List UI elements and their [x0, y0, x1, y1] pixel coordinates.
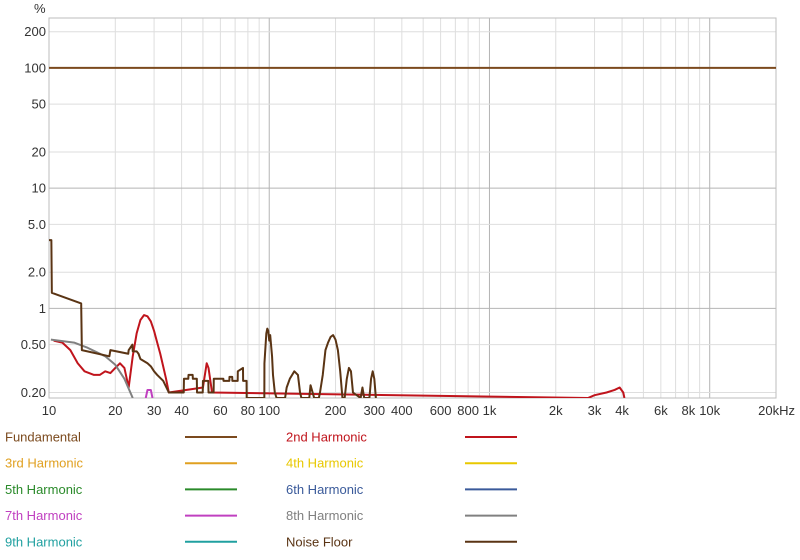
x-tick-label: 1k: [483, 403, 497, 418]
x-tick-labels: 10 20 30 40 60 80 100 200 300 400 600 800 1k 2k 3k 4k 6k…: [42, 403, 795, 418]
series-line-7th-harmonic: [144, 388, 154, 398]
x-tick-label: 400: [391, 403, 413, 418]
x-tick-label: 300: [363, 403, 385, 418]
series-line-8th-harmonic: [50, 338, 134, 398]
legend-label-noise-floor: Noise Floor: [286, 534, 353, 549]
plot-frame: [48, 17, 777, 399]
x-tick-label: 60: [213, 403, 227, 418]
grid-lines: [48, 18, 777, 398]
legend-label-3rd-harmonic: 3rd Harmonic: [5, 456, 84, 471]
legend-label-fundamental: Fundamental: [5, 430, 81, 445]
x-tick-label: 10: [42, 403, 56, 418]
x-tick-label: 200: [325, 403, 347, 418]
y-tick-label: 50: [32, 97, 46, 112]
y-tick-label: 0.20: [21, 385, 46, 400]
y-tick-label: 1: [39, 301, 46, 316]
x-tick-label: 20kHz: [758, 403, 795, 418]
y-tick-label: 20: [32, 144, 46, 159]
y-tick-label: 200: [24, 24, 46, 39]
harmonic-distortion-chart: % 200 100 50 20 10 5.0 2.0 1 0.50 0.20 10 20 30 40 60…: [5, 1, 795, 549]
legend-label-6th-harmonic: 6th Harmonic: [286, 482, 364, 497]
x-tick-label: 600: [430, 403, 452, 418]
x-tick-label: 2k: [549, 403, 563, 418]
legend-label-7th-harmonic: 7th Harmonic: [5, 508, 83, 523]
x-tick-label: 4k: [615, 403, 629, 418]
x-tick-label: 3k: [588, 403, 602, 418]
y-tick-label: 100: [24, 60, 46, 75]
y-tick-label: 0.50: [21, 337, 46, 352]
y-tick-label: 2.0: [28, 265, 46, 280]
y-tick-label: 5.0: [28, 217, 46, 232]
legend-label-8th-harmonic: 8th Harmonic: [286, 508, 364, 523]
x-tick-label: 800: [457, 403, 479, 418]
x-tick-label: 6k: [654, 403, 668, 418]
legend-label-5th-harmonic: 5th Harmonic: [5, 482, 83, 497]
x-tick-label: 40: [174, 403, 188, 418]
legend-label-9th-harmonic: 9th Harmonic: [5, 534, 83, 549]
legend-label-4th-harmonic: 4th Harmonic: [286, 456, 364, 471]
x-tick-label: 100: [258, 403, 280, 418]
x-tick-label: 30: [147, 403, 161, 418]
series-lines: [49, 66, 776, 398]
y-tick-label: 10: [32, 181, 46, 196]
x-tick-label: 80: [241, 403, 255, 418]
y-tick-labels: 200 100 50 20 10 5.0 2.0 1 0.50 0.20: [21, 24, 46, 400]
x-tick-label: 20: [108, 403, 122, 418]
y-unit-label: %: [34, 1, 46, 16]
x-tick-label: 10k: [699, 403, 720, 418]
legend: Fundamental 2nd Harmonic 3rd Harmonic 4th H…: [5, 430, 517, 549]
legend-label-2nd-harmonic: 2nd Harmonic: [286, 430, 367, 445]
x-tick-label: 8k: [681, 403, 695, 418]
